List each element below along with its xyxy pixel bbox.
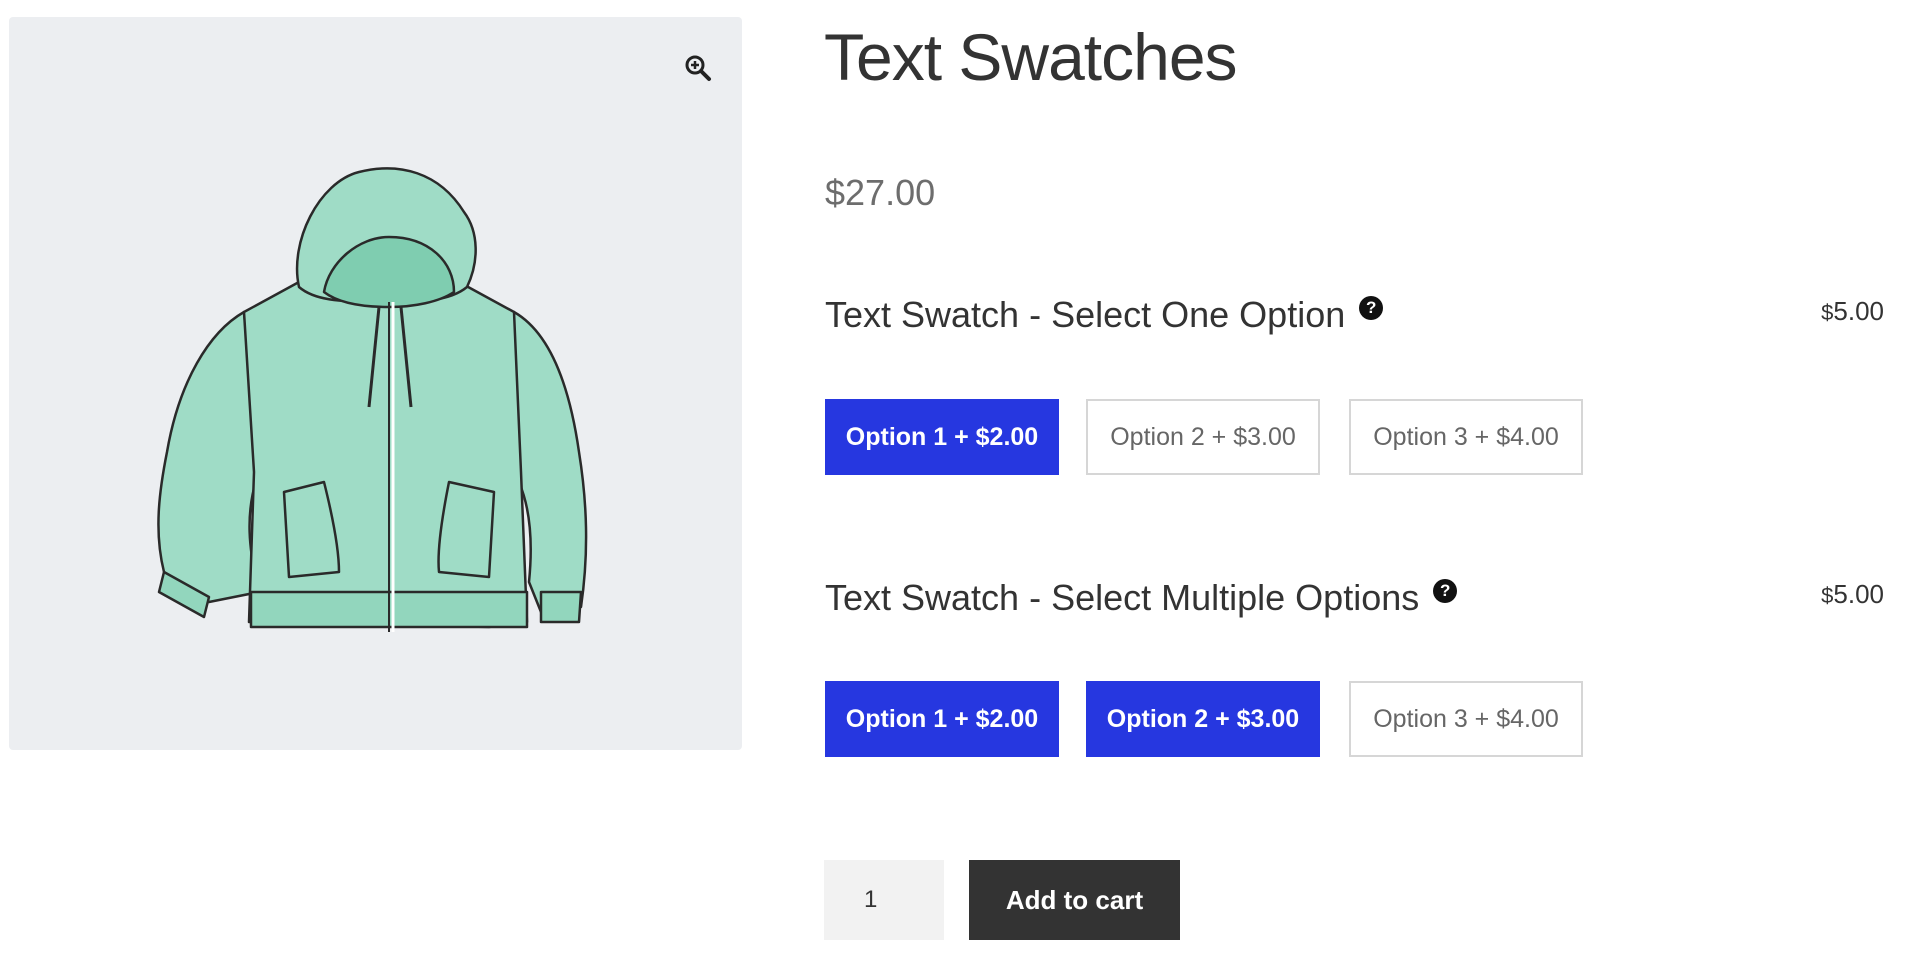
currency-symbol: $ (1821, 300, 1834, 325)
swatch-group-title: Text Swatch - Select Multiple Options (825, 577, 1420, 618)
swatch-option-3[interactable]: Option 3 + $4.00 (1349, 681, 1583, 757)
product-price: $27.00 (825, 172, 936, 213)
help-icon[interactable]: ? (1359, 296, 1384, 320)
help-icon[interactable]: ? (1433, 579, 1458, 603)
swatch-option-2[interactable]: Option 2 + $3.00 (1086, 399, 1320, 475)
price-value: 5.00 (1833, 296, 1884, 326)
swatch-option-3[interactable]: Option 3 + $4.00 (1349, 399, 1583, 475)
swatch-group-label-multiple: Text Swatch - Select Multiple Options ? (825, 577, 1458, 619)
group-price: $5.00 (1821, 579, 1884, 610)
group-price: $5.00 (1821, 296, 1884, 327)
swatch-option-1[interactable]: Option 1 + $2.00 (825, 399, 1059, 475)
swatch-option-2[interactable]: Option 2 + $3.00 (1086, 681, 1320, 757)
add-to-cart-button[interactable]: Add to cart (969, 860, 1180, 940)
product-title: Text Swatches (824, 20, 1238, 94)
price-value: 5.00 (1833, 579, 1884, 609)
swatch-option-1[interactable]: Option 1 + $2.00 (825, 681, 1059, 757)
swatch-group-label-single: Text Swatch - Select One Option ? (825, 294, 1384, 336)
swatch-group-title: Text Swatch - Select One Option (825, 294, 1346, 335)
quantity-input[interactable] (824, 860, 944, 940)
product-gallery (9, 17, 742, 750)
hoodie-product-image[interactable] (149, 152, 609, 652)
zoom-in-icon (685, 55, 711, 81)
zoom-button[interactable] (668, 38, 728, 98)
currency-symbol: $ (1821, 583, 1834, 608)
